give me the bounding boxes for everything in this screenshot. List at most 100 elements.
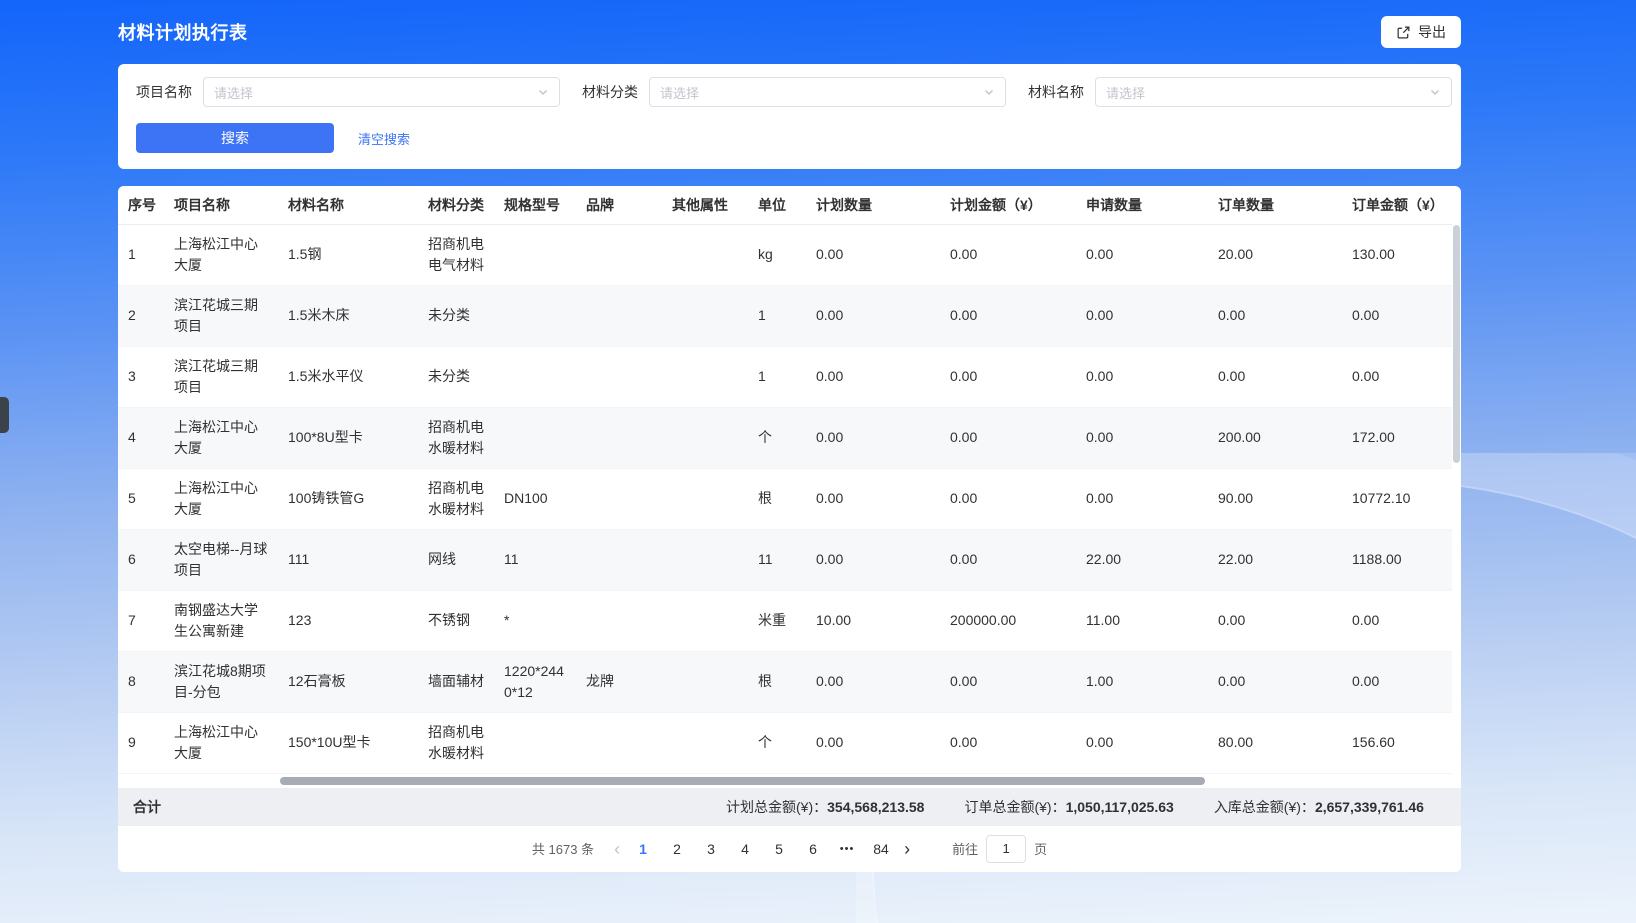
page-number-button[interactable]: 2 (662, 834, 692, 864)
pagination-ellipsis[interactable]: ••• (832, 834, 862, 864)
horizontal-scrollbar[interactable] (118, 774, 1461, 788)
project-name-placeholder: 请选择 (214, 83, 253, 102)
table-cell: 1.5钢 (278, 224, 418, 285)
table-cell: 0.00 (806, 224, 940, 285)
table-cell: 11 (494, 529, 576, 590)
column-header: 订单数量 (1208, 186, 1342, 224)
table-cell: 12石膏板 (278, 651, 418, 712)
table-cell (662, 285, 748, 346)
page-number-button[interactable]: 1 (628, 834, 658, 864)
table-cell: 0.00 (806, 346, 940, 407)
table-cell: 0.00 (1076, 346, 1208, 407)
column-header: 品牌 (576, 186, 662, 224)
table-cell (494, 285, 576, 346)
filter-row: 项目名称 请选择 材料分类 请选择 材料名称 请选 (136, 77, 1443, 107)
table-cell: 130.00 (1342, 224, 1452, 285)
chevron-down-icon (1429, 86, 1441, 98)
material-plan-table: 序号项目名称材料名称材料分类规格型号品牌其他属性单位计划数量计划金额（¥）申请数… (118, 186, 1452, 774)
table-cell: 0.00 (1342, 346, 1452, 407)
summary-item-label: 计划总金额(¥)： (726, 799, 827, 815)
material-category-select[interactable]: 请选择 (649, 77, 1006, 107)
table-cell: 0.00 (1342, 590, 1452, 651)
project-name-select[interactable]: 请选择 (203, 77, 560, 107)
table-header-row: 序号项目名称材料名称材料分类规格型号品牌其他属性单位计划数量计划金额（¥）申请数… (118, 186, 1452, 224)
table-cell: 80.00 (1208, 712, 1342, 773)
goto-suffix: 页 (1034, 839, 1047, 858)
table-cell: 10.00 (806, 590, 940, 651)
horizontal-scrollbar-thumb[interactable] (280, 777, 1205, 785)
table-cell: 6 (118, 529, 164, 590)
table-row: 6太空电梯--月球项目111网线11110.000.0022.0022.0011… (118, 529, 1452, 590)
inbound-total: 入库总金额(¥)：2,657,339,761.46 (1214, 797, 1424, 817)
export-button[interactable]: 导出 (1381, 16, 1461, 48)
table-cell: 网线 (418, 529, 494, 590)
table-wrap: 序号项目名称材料名称材料分类规格型号品牌其他属性单位计划数量计划金额（¥）申请数… (118, 186, 1461, 774)
page-title: 材料计划执行表 (118, 19, 248, 45)
filter-card: 项目名称 请选择 材料分类 请选择 材料名称 请选 (118, 64, 1461, 169)
material-category-label: 材料分类 (582, 82, 638, 102)
side-drawer-handle[interactable] (0, 397, 9, 433)
table-cell: 0.00 (940, 285, 1076, 346)
table-row: 7南钢盛达大学生公寓新建123不锈钢*米重10.00200000.0011.00… (118, 590, 1452, 651)
table-cell: 123 (278, 590, 418, 651)
table-cell: 个 (748, 712, 806, 773)
vertical-scrollbar[interactable] (1453, 225, 1460, 764)
table-cell: 0.00 (940, 712, 1076, 773)
vertical-scrollbar-thumb[interactable] (1453, 225, 1460, 463)
table-cell: 0.00 (1076, 712, 1208, 773)
table-cell: 100*8U型卡 (278, 407, 418, 468)
page-number-button[interactable]: 5 (764, 834, 794, 864)
table-cell: 0.00 (806, 285, 940, 346)
table-cell: 0.00 (806, 712, 940, 773)
material-name-label: 材料名称 (1028, 82, 1084, 102)
table-cell: 172.00 (1342, 407, 1452, 468)
order-total: 订单总金额(¥)：1,050,117,025.63 (964, 797, 1173, 817)
goto-page-input[interactable] (986, 835, 1026, 863)
table-cell: 20.00 (1208, 224, 1342, 285)
filter-actions: 搜索 清空搜索 (136, 123, 1443, 153)
next-page-button[interactable]: › (898, 840, 916, 858)
table-cell: 0.00 (1076, 468, 1208, 529)
table-cell: 8 (118, 651, 164, 712)
table-cell: 0.00 (940, 346, 1076, 407)
table-cell: 1.00 (1076, 651, 1208, 712)
table-cell: 根 (748, 468, 806, 529)
table-cell: DN100 (494, 468, 576, 529)
table-cell: 1 (748, 285, 806, 346)
project-name-label: 项目名称 (136, 82, 192, 102)
filter-field-material-name: 材料名称 请选择 (1028, 77, 1452, 107)
page-number-button[interactable]: 3 (696, 834, 726, 864)
table-card: 序号项目名称材料名称材料分类规格型号品牌其他属性单位计划数量计划金额（¥）申请数… (118, 186, 1461, 872)
table-cell: 米重 (748, 590, 806, 651)
table-cell (576, 285, 662, 346)
content-area: 材料计划执行表 导出 项目名称 请选择 (118, 0, 1461, 872)
table-cell: 0.00 (940, 651, 1076, 712)
material-name-select[interactable]: 请选择 (1095, 77, 1452, 107)
filter-field-project-name: 项目名称 请选择 (136, 77, 560, 107)
app-background: 材料计划执行表 导出 项目名称 请选择 (0, 0, 1636, 923)
table-cell: 上海松江中心大厦 (164, 407, 278, 468)
page-number-button[interactable]: 4 (730, 834, 760, 864)
summary-item-value: 1,050,117,025.63 (1066, 799, 1174, 815)
page-number-button[interactable]: 6 (798, 834, 828, 864)
search-button[interactable]: 搜索 (136, 123, 334, 153)
goto-label: 前往 (952, 839, 978, 858)
table-cell (662, 407, 748, 468)
summary-total-label: 合计 (133, 797, 161, 817)
table-cell: 1.5米木床 (278, 285, 418, 346)
table-cell: 上海松江中心大厦 (164, 224, 278, 285)
page-number-button[interactable]: 84 (866, 834, 896, 864)
table-cell: 0.00 (1342, 651, 1452, 712)
table-row: 5上海松江中心大厦100铸铁管G招商机电水暖材料DN100根0.000.000.… (118, 468, 1452, 529)
table-cell: 0.00 (806, 529, 940, 590)
total-count: 共 1673 条 (532, 839, 594, 858)
table-cell: 22.00 (1208, 529, 1342, 590)
clear-search-link[interactable]: 清空搜索 (358, 129, 410, 148)
table-cell: 上海松江中心大厦 (164, 468, 278, 529)
table-cell: 1 (748, 346, 806, 407)
prev-page-button[interactable]: ‹ (608, 840, 626, 858)
table-cell: 招商机电水暖材料 (418, 712, 494, 773)
summary-row: 合计 计划总金额(¥)：354,568,213.58 订单总金额(¥)：1,05… (118, 788, 1461, 826)
export-icon (1396, 25, 1411, 40)
table-cell: 5 (118, 468, 164, 529)
